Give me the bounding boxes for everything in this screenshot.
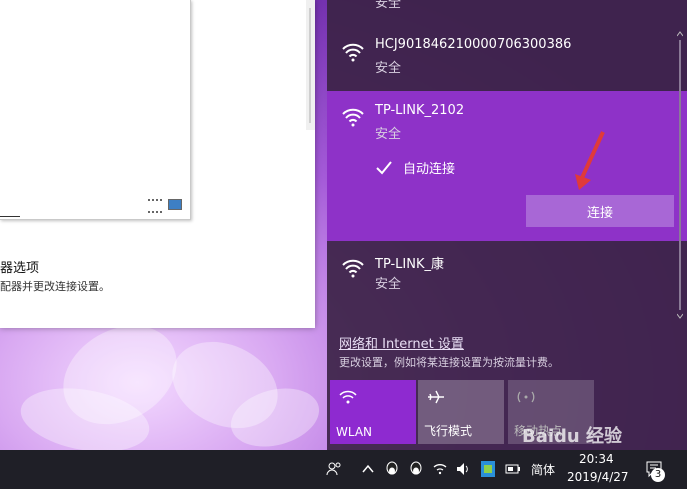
airplane-icon <box>428 390 444 404</box>
clock-time[interactable]: 20:34 <box>579 452 614 466</box>
notification-count-badge: 3 <box>651 468 665 482</box>
preview-pane <box>0 0 191 220</box>
hotspot-icon <box>517 391 535 403</box>
divider <box>0 216 20 217</box>
network-status: 安全 <box>375 277 402 292</box>
network-status: 安全 <box>375 127 402 142</box>
partial-network-status: 安全 <box>375 0 402 11</box>
app-tray-icon[interactable] <box>480 460 496 478</box>
auto-connect-checkbox[interactable] <box>375 159 393 177</box>
wifi-icon <box>342 108 364 127</box>
network-flyout: 安全 HCJ90184621000070630038​6 安全 TP-LINK_… <box>327 0 687 450</box>
tiles-view-icon[interactable] <box>168 199 182 210</box>
window-scrollbar[interactable] <box>306 0 315 130</box>
wifi-icon <box>342 259 364 278</box>
tile-label: 飞行模式 <box>424 424 473 438</box>
network-name: TP-LINK_康 <box>375 257 445 272</box>
volume-icon[interactable] <box>455 460 471 478</box>
network-wifi-icon[interactable] <box>432 460 448 478</box>
airplane-mode-tile[interactable]: 飞行模式 <box>418 380 504 444</box>
input-method-indicator[interactable]: 简体 <box>531 461 555 478</box>
settings-window: 器选项 配器并更改连接设置。 <box>0 0 315 328</box>
watermark-logo: Baidu 经验 <box>522 426 623 447</box>
wifi-icon <box>339 390 357 404</box>
network-item[interactable]: HCJ90184621000070630038​6 安全 <box>327 28 687 88</box>
tile-label: WLAN <box>336 425 373 439</box>
network-name: HCJ90184621000070630038​6 <box>375 37 572 52</box>
auto-connect-label: 自动连接 <box>403 162 456 177</box>
flyout-scrollbar[interactable] <box>677 30 683 320</box>
people-icon[interactable] <box>326 460 342 478</box>
view-toggle <box>148 199 182 213</box>
adapter-options-title[interactable]: 器选项 <box>0 257 39 276</box>
adapter-options-description: 配器并更改连接设置。 <box>0 280 110 293</box>
connect-button[interactable]: 连接 <box>526 195 674 227</box>
wifi-icon <box>342 43 364 62</box>
network-item[interactable]: TP-LINK_康 安全 <box>327 244 687 304</box>
clock-date[interactable]: 2019/4/27 <box>567 470 629 484</box>
qq-penguin-icon[interactable] <box>384 460 400 478</box>
red-arrow-annotation-icon <box>575 131 605 190</box>
details-view-icon[interactable] <box>148 199 162 213</box>
network-settings-description: 更改设置，例如将某连接设置为按流量计费。 <box>339 356 559 369</box>
wlan-tile[interactable]: WLAN <box>330 380 416 444</box>
battery-icon[interactable] <box>505 460 521 478</box>
network-status: 安全 <box>375 61 402 76</box>
network-name: TP-LINK_2102 <box>375 103 465 118</box>
qq-penguin-icon[interactable] <box>408 460 424 478</box>
network-item-selected[interactable]: TP-LINK_2102 安全 自动连接 连接 <box>327 91 687 241</box>
network-settings-link[interactable]: 网络和 Internet 设置 <box>339 333 464 352</box>
chevron-up-icon[interactable] <box>362 460 374 478</box>
